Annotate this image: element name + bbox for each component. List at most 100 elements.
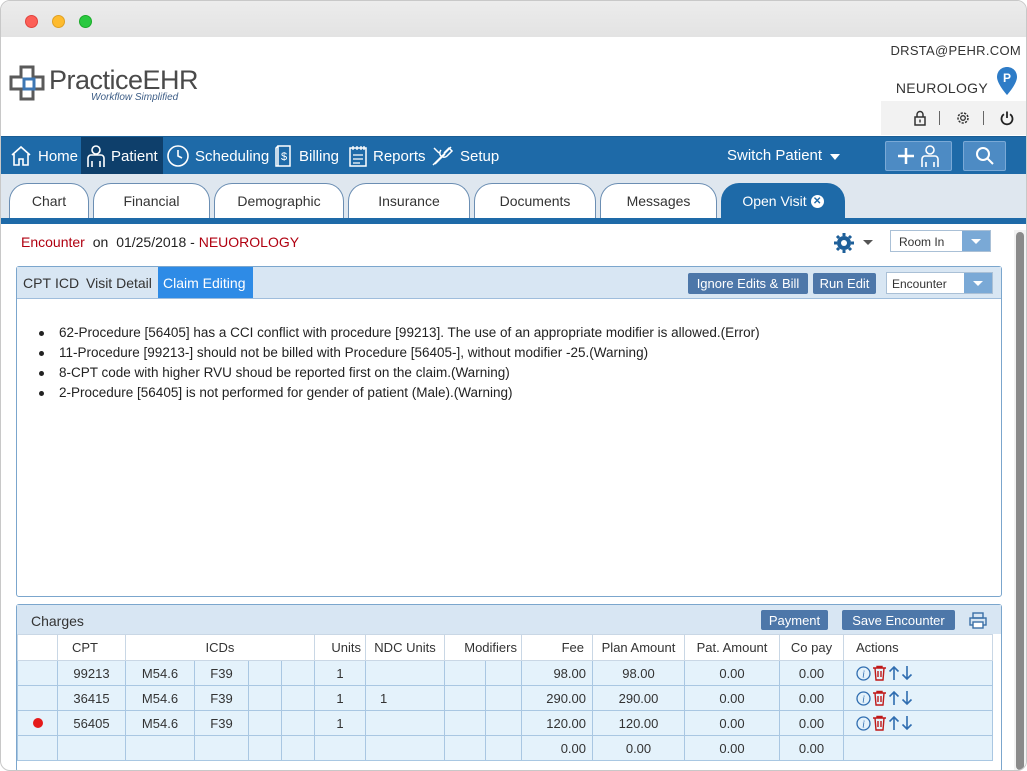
- modifier-cell[interactable]: [444, 660, 486, 686]
- icd-cell[interactable]: [281, 660, 315, 686]
- printer-icon[interactable]: [969, 612, 987, 629]
- nav-reports[interactable]: Reports: [343, 137, 431, 175]
- icd-cell[interactable]: [248, 710, 282, 736]
- tab-claim-editing[interactable]: Claim Editing: [158, 267, 253, 298]
- table-row[interactable]: 56405 M54.6 F39 1 120.00 120.00 0.00 0.0…: [17, 710, 993, 736]
- modifier-cell[interactable]: [444, 710, 486, 736]
- search-button[interactable]: [963, 141, 1006, 171]
- fee-cell[interactable]: 290.00: [521, 685, 593, 711]
- tab-demographic[interactable]: Demographic: [214, 183, 344, 218]
- page-scrollbar[interactable]: [1014, 230, 1026, 770]
- reports-icon: [349, 146, 367, 167]
- plan-amount-cell[interactable]: 120.00: [592, 710, 685, 736]
- encounter-settings-menu[interactable]: [834, 232, 873, 259]
- move-up-icon[interactable]: [888, 715, 900, 731]
- ignore-edits-bill-button[interactable]: Ignore Edits & Bill: [688, 273, 808, 294]
- icd-cell[interactable]: [248, 685, 282, 711]
- payment-button[interactable]: Payment: [761, 610, 828, 630]
- room-status-select[interactable]: Room In: [890, 230, 991, 252]
- modifier-cell[interactable]: [444, 685, 486, 711]
- plan-amount-cell[interactable]: 290.00: [592, 685, 685, 711]
- pat-amount-cell[interactable]: 0.00: [684, 710, 780, 736]
- info-icon[interactable]: i: [856, 690, 871, 706]
- tab-cpt[interactable]: CPT: [19, 267, 55, 298]
- pat-amount-cell[interactable]: 0.00: [684, 660, 780, 686]
- tab-messages[interactable]: Messages: [600, 183, 717, 218]
- plan-amount-cell[interactable]: 98.00: [592, 660, 685, 686]
- nav-scheduling[interactable]: Scheduling: [161, 137, 274, 175]
- units-cell[interactable]: 1: [314, 710, 366, 736]
- maximize-window-button[interactable]: [79, 15, 92, 28]
- move-down-icon[interactable]: [901, 715, 913, 731]
- facility-name[interactable]: NEUROLOGY: [896, 80, 988, 96]
- settings-gear-icon[interactable]: [955, 110, 971, 126]
- table-row[interactable]: 36415 M54.6 F39 1 1 290.00 290.00 0.00 0…: [17, 685, 993, 711]
- nav-home[interactable]: Home: [4, 137, 83, 175]
- icd-cell[interactable]: [281, 710, 315, 736]
- logo-cross-icon: [9, 65, 45, 101]
- user-email[interactable]: DRSTA@PEHR.COM: [890, 43, 1021, 58]
- close-window-button[interactable]: [25, 15, 38, 28]
- info-icon[interactable]: i: [856, 715, 871, 731]
- pat-amount-cell[interactable]: 0.00: [684, 685, 780, 711]
- icd-cell[interactable]: M54.6: [125, 685, 195, 711]
- col-cpt: CPT: [57, 634, 126, 661]
- tab-insurance[interactable]: Insurance: [348, 183, 470, 218]
- modifier-cell[interactable]: [485, 660, 522, 686]
- icd-cell[interactable]: F39: [194, 660, 249, 686]
- icd-cell[interactable]: F39: [194, 710, 249, 736]
- lock-icon[interactable]: [912, 110, 928, 126]
- units-cell[interactable]: 1: [314, 660, 366, 686]
- tools-icon: [432, 146, 454, 166]
- cpt-cell[interactable]: 36415: [57, 685, 126, 711]
- cpt-cell[interactable]: 99213: [57, 660, 126, 686]
- units-cell[interactable]: 1: [314, 685, 366, 711]
- move-up-icon[interactable]: [888, 690, 900, 706]
- copay-cell[interactable]: 0.00: [779, 685, 844, 711]
- tab-documents[interactable]: Documents: [474, 183, 596, 218]
- nav-billing[interactable]: $ Billing: [269, 137, 344, 175]
- move-down-icon[interactable]: [901, 665, 913, 681]
- modifier-cell[interactable]: [485, 710, 522, 736]
- ndc-units-cell[interactable]: 1: [365, 685, 445, 711]
- icd-cell[interactable]: M54.6: [125, 710, 195, 736]
- copay-cell[interactable]: 0.00: [779, 710, 844, 736]
- icd-cell[interactable]: [248, 660, 282, 686]
- close-icon[interactable]: ✕: [810, 194, 824, 208]
- switch-patient-dropdown[interactable]: Switch Patient: [727, 147, 822, 164]
- ndc-units-cell[interactable]: [365, 660, 445, 686]
- nav-setup[interactable]: Setup: [426, 137, 504, 175]
- minimize-window-button[interactable]: [52, 15, 65, 28]
- delete-icon[interactable]: [872, 665, 887, 681]
- ndc-units-cell[interactable]: [365, 710, 445, 736]
- fee-cell[interactable]: 120.00: [521, 710, 593, 736]
- chevron-down-icon[interactable]: [830, 154, 840, 160]
- add-patient-button[interactable]: [885, 141, 952, 171]
- tab-open-visit[interactable]: Open Visit ✕: [721, 183, 845, 218]
- copay-cell[interactable]: 0.00: [779, 660, 844, 686]
- table-row[interactable]: 99213 M54.6 F39 1 98.00 98.00 0.00 0.00 …: [17, 660, 993, 686]
- move-down-icon[interactable]: [901, 690, 913, 706]
- move-up-icon[interactable]: [888, 665, 900, 681]
- location-pin-icon[interactable]: P: [997, 67, 1017, 95]
- icd-cell[interactable]: [281, 685, 315, 711]
- app-logo[interactable]: PracticeEHR Workflow Simplified: [9, 65, 199, 105]
- tab-chart[interactable]: Chart: [9, 183, 89, 218]
- nav-patient[interactable]: Patient: [81, 137, 163, 175]
- power-icon[interactable]: [999, 110, 1015, 126]
- modifier-cell[interactable]: [485, 685, 522, 711]
- run-edit-button[interactable]: Run Edit: [813, 273, 876, 294]
- delete-icon[interactable]: [872, 715, 887, 731]
- icd-cell[interactable]: F39: [194, 685, 249, 711]
- info-icon[interactable]: i: [856, 665, 871, 681]
- edit-scope-select[interactable]: Encounter: [886, 272, 993, 294]
- scrollbar-thumb[interactable]: [1016, 232, 1024, 770]
- fee-cell[interactable]: 98.00: [521, 660, 593, 686]
- tab-visit-detail[interactable]: Visit Detail: [82, 267, 156, 298]
- tab-icd[interactable]: ICD: [51, 267, 83, 298]
- cpt-cell[interactable]: 56405: [57, 710, 126, 736]
- delete-icon[interactable]: [872, 690, 887, 706]
- icd-cell[interactable]: M54.6: [125, 660, 195, 686]
- save-encounter-button[interactable]: Save Encounter: [842, 610, 955, 630]
- tab-financial[interactable]: Financial: [93, 183, 210, 218]
